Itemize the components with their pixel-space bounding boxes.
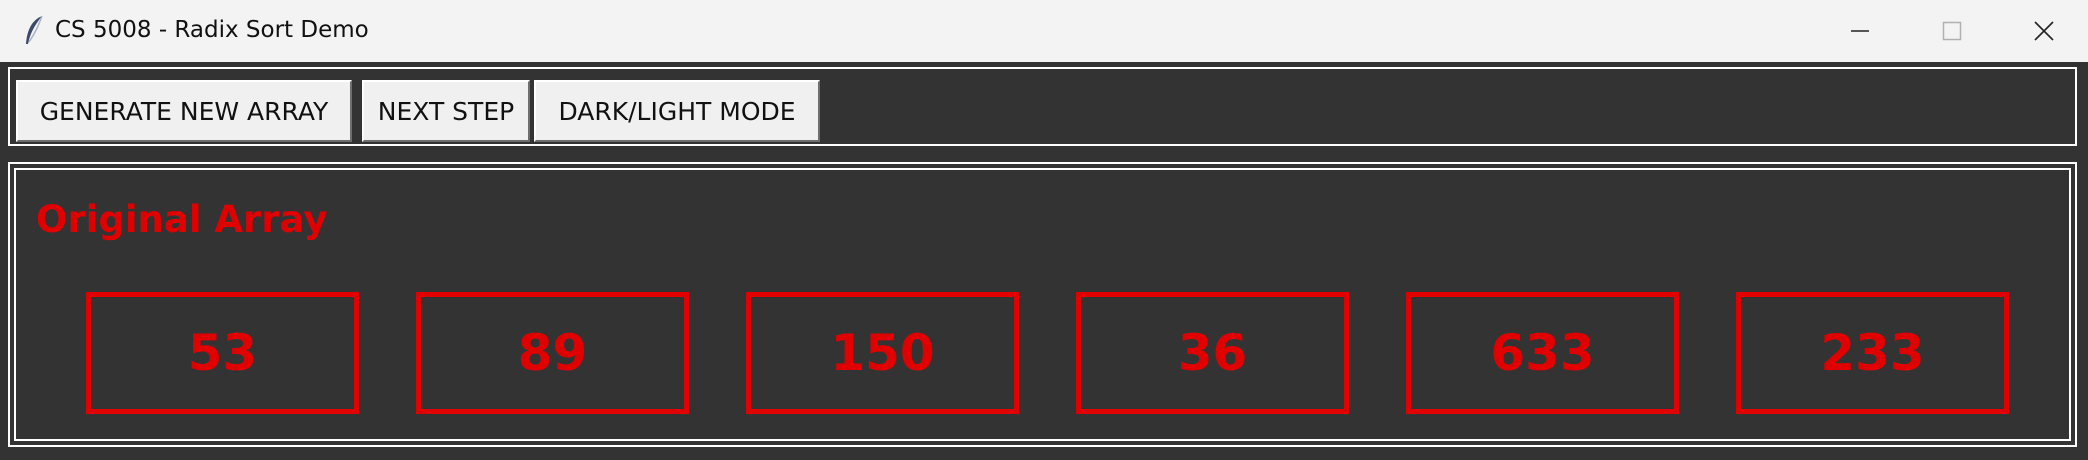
array-panel-inner: Original Array 53 89 150 36 633 233 [14,168,2071,441]
array-cell: 233 [1736,292,2009,414]
close-icon [2034,21,2054,41]
title-bar: CS 5008 - Radix Sort Demo [0,0,2088,63]
close-button[interactable] [1998,0,2088,62]
array-cell: 633 [1406,292,1679,414]
maximize-icon [1942,21,1962,41]
minimize-icon [1851,30,1869,32]
window-title: CS 5008 - Radix Sort Demo [55,17,369,43]
array-cell: 36 [1076,292,1349,414]
array-panel: Original Array 53 89 150 36 633 233 [8,162,2077,447]
array-cell: 53 [86,292,359,414]
array-cell: 89 [416,292,689,414]
array-cell: 150 [746,292,1019,414]
toolbar: GENERATE NEW ARRAY NEXT STEP DARK/LIGHT … [8,67,2077,146]
feather-icon [22,14,46,48]
dark-light-mode-button[interactable]: DARK/LIGHT MODE [534,80,820,142]
maximize-button[interactable] [1906,0,1998,62]
generate-new-array-button[interactable]: GENERATE NEW ARRAY [16,80,352,142]
next-step-button[interactable]: NEXT STEP [362,80,530,142]
minimize-button[interactable] [1814,0,1906,62]
panel-title: Original Array [36,198,328,241]
